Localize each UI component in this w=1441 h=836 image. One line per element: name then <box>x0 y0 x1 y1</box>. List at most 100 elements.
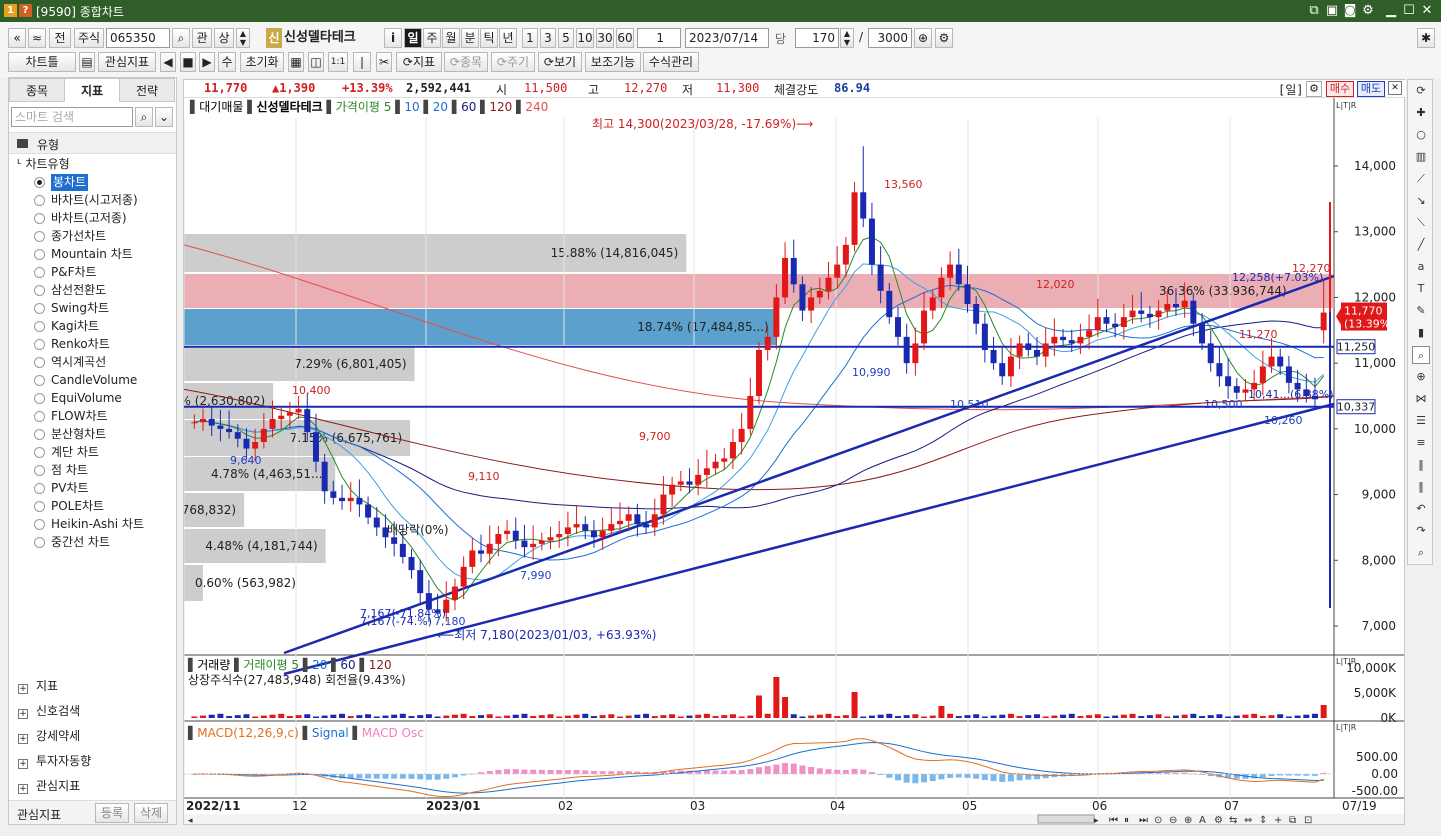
interval-select[interactable]: 1 <box>637 28 681 48</box>
volume-bar[interactable] <box>703 713 710 718</box>
legend-item[interactable]: 가격이평 5 <box>336 100 392 114</box>
close-icon[interactable]: ✕ <box>1418 2 1436 20</box>
candle[interactable] <box>721 458 728 462</box>
volume-bar[interactable] <box>1251 713 1258 718</box>
radio-icon[interactable] <box>34 519 45 530</box>
chart-control-icon[interactable]: ⏮ <box>1109 815 1118 824</box>
volume-bar[interactable] <box>782 697 789 718</box>
volume-bar[interactable] <box>851 692 858 718</box>
buy-button[interactable]: 매수 <box>1326 81 1354 97</box>
volume-legend-item[interactable]: 60 <box>340 658 359 672</box>
candle[interactable] <box>764 336 771 350</box>
candle[interactable] <box>677 481 684 485</box>
period-button[interactable]: 주 <box>423 28 441 48</box>
macd-legend-item[interactable]: MACD(12,26,9,c) <box>197 726 302 740</box>
tab-2[interactable]: 전략 <box>119 78 175 102</box>
volume-bar[interactable] <box>729 714 736 718</box>
candle[interactable] <box>417 570 424 594</box>
candle[interactable] <box>921 310 928 344</box>
camera-icon[interactable]: ◙ <box>1341 2 1359 20</box>
chart-control-icon[interactable]: ⊡ <box>1304 815 1312 824</box>
layout-icon[interactable]: ▤ <box>79 52 95 72</box>
candle[interactable] <box>504 530 511 534</box>
volume-bar[interactable] <box>590 716 597 718</box>
volume-bar[interactable] <box>504 715 511 718</box>
up-button[interactable]: ≈ <box>28 28 46 48</box>
volume-bar[interactable] <box>886 713 893 718</box>
radio-icon[interactable] <box>34 177 45 188</box>
settings-icon[interactable]: ⚙ <box>935 28 953 48</box>
gwan-button[interactable]: 관 <box>192 28 212 48</box>
radio-icon[interactable] <box>34 213 45 224</box>
candle[interactable] <box>669 484 676 495</box>
volume-bar[interactable] <box>1320 705 1327 718</box>
segment-icon[interactable]: ⟍ <box>1412 214 1430 232</box>
candle[interactable] <box>200 419 207 423</box>
volume-bar[interactable] <box>808 715 815 718</box>
candle[interactable] <box>929 297 936 311</box>
chart-control-icon[interactable]: ⇕ <box>1259 815 1267 824</box>
candle[interactable] <box>773 297 780 337</box>
candle[interactable] <box>799 284 806 311</box>
vline-icon[interactable]: ‖ <box>1412 456 1430 474</box>
candle[interactable] <box>1025 343 1032 350</box>
register-button[interactable]: 등록 <box>95 803 129 823</box>
volume-bar[interactable] <box>868 715 875 718</box>
period-button[interactable]: 일 <box>404 28 422 48</box>
volume-bar[interactable] <box>451 714 458 718</box>
volume-bar[interactable] <box>608 714 615 718</box>
aux-button[interactable]: 보조기능 <box>585 52 641 72</box>
candle[interactable] <box>1216 363 1223 377</box>
candle[interactable] <box>495 534 502 544</box>
radio-icon[interactable] <box>34 249 45 260</box>
candle[interactable] <box>1172 304 1179 308</box>
stop-icon[interactable]: ■ <box>180 52 196 72</box>
candle[interactable] <box>834 264 841 278</box>
candle[interactable] <box>312 432 319 462</box>
formula-button[interactable]: 수식관리 <box>643 52 699 72</box>
hline-icon[interactable]: ≡ <box>1412 434 1430 452</box>
candle[interactable] <box>347 497 354 502</box>
marker-icon[interactable]: ✎ <box>1412 302 1430 320</box>
volume-bar[interactable] <box>955 716 962 718</box>
volume-bar[interactable] <box>1216 714 1223 718</box>
candle[interactable] <box>894 317 901 337</box>
volume-bar[interactable] <box>973 714 980 718</box>
item-button[interactable]: ⟳종목 <box>444 52 488 72</box>
radio-icon[interactable] <box>34 195 45 206</box>
volume-bar[interactable] <box>877 714 884 718</box>
volume-legend-item[interactable]: 20 <box>312 658 331 672</box>
candle[interactable] <box>304 409 311 433</box>
candle-icon[interactable]: ▮ <box>1412 324 1430 342</box>
candle[interactable] <box>339 497 346 502</box>
volume-bar[interactable] <box>547 714 554 718</box>
candle[interactable] <box>747 396 754 429</box>
candle[interactable] <box>651 514 658 528</box>
volume-bar[interactable] <box>1051 715 1058 718</box>
ratio-icon[interactable]: 1:1 <box>328 52 348 72</box>
candle[interactable] <box>912 343 919 364</box>
candle[interactable] <box>1138 310 1145 314</box>
volume-bar[interactable] <box>1025 715 1032 718</box>
volume-bar[interactable] <box>912 714 919 718</box>
volume-bar[interactable] <box>1007 713 1014 718</box>
volume-bar[interactable] <box>252 716 259 719</box>
volume-bar[interactable] <box>1268 715 1275 718</box>
volume-bar[interactable] <box>860 716 867 719</box>
volume-bar[interactable] <box>599 715 606 718</box>
candle[interactable] <box>1051 336 1058 344</box>
volume-bar[interactable] <box>1103 716 1110 719</box>
candle[interactable] <box>660 494 667 515</box>
info-button[interactable]: i <box>384 28 402 48</box>
volume-bar[interactable] <box>356 715 363 718</box>
volume-bar[interactable] <box>929 715 936 718</box>
legend-item[interactable]: 신성델타테크 <box>256 99 322 114</box>
volume-bar[interactable] <box>321 715 328 718</box>
candle[interactable] <box>990 350 997 364</box>
volume-bar[interactable] <box>799 716 806 719</box>
volume-bar[interactable] <box>278 713 285 718</box>
volume-bar[interactable] <box>1285 716 1292 719</box>
maximize-icon[interactable]: ☐ <box>1400 2 1418 20</box>
candle[interactable] <box>1155 310 1162 318</box>
scroll-thumb[interactable] <box>1037 814 1095 824</box>
